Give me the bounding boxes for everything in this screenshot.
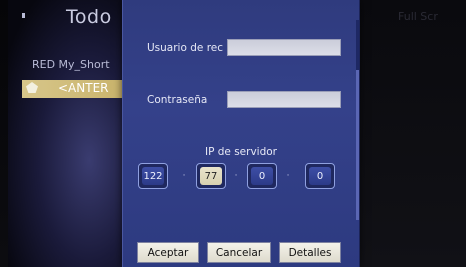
server-ip-input: 122 · 77 · 0 · 0 [138,163,338,193]
list-item-label: <ANTER [58,81,109,95]
password-field[interactable] [227,91,341,108]
ip-octet-1[interactable]: 122 [138,163,168,189]
ip-octet-1-value: 122 [142,167,164,185]
ip-octet-4-value: 0 [309,167,331,185]
list-item-parent-folder[interactable]: <ANTER [22,80,126,98]
browser-title: Todo [66,6,112,28]
ip-octet-4[interactable]: 0 [305,163,335,189]
ip-octet-2[interactable]: 77 [196,163,226,189]
file-browser-panel [8,0,124,267]
cancel-button[interactable]: Cancelar [207,242,271,263]
details-button[interactable]: Detalles [279,242,341,263]
ip-octet-3[interactable]: 0 [247,163,277,189]
back-indicator-icon [22,13,25,18]
tv-screen: Todo RED My_Short <ANTER Full Scr Usuari… [0,0,466,267]
username-label: Usuario de rec [147,42,224,54]
network-login-dialog: Usuario de rec Contraseña IP de servidor… [122,0,360,267]
ip-separator: · [182,171,186,181]
dialog-scrollbar[interactable] [356,20,359,220]
ip-octet-3-value: 0 [251,167,273,185]
right-panel [358,0,466,267]
ip-separator: · [286,171,290,181]
folder-up-icon [26,82,38,93]
accept-button[interactable]: Aceptar [137,242,199,263]
ip-separator: · [234,171,238,181]
right-panel-label: Full Scr [398,10,438,23]
password-label: Contraseña [147,94,208,106]
server-ip-label: IP de servidor [204,146,277,158]
username-field[interactable] [227,39,341,56]
ip-octet-2-value: 77 [200,167,222,185]
breadcrumb: RED My_Short [32,58,110,71]
scrollbar-thumb[interactable] [356,70,359,220]
